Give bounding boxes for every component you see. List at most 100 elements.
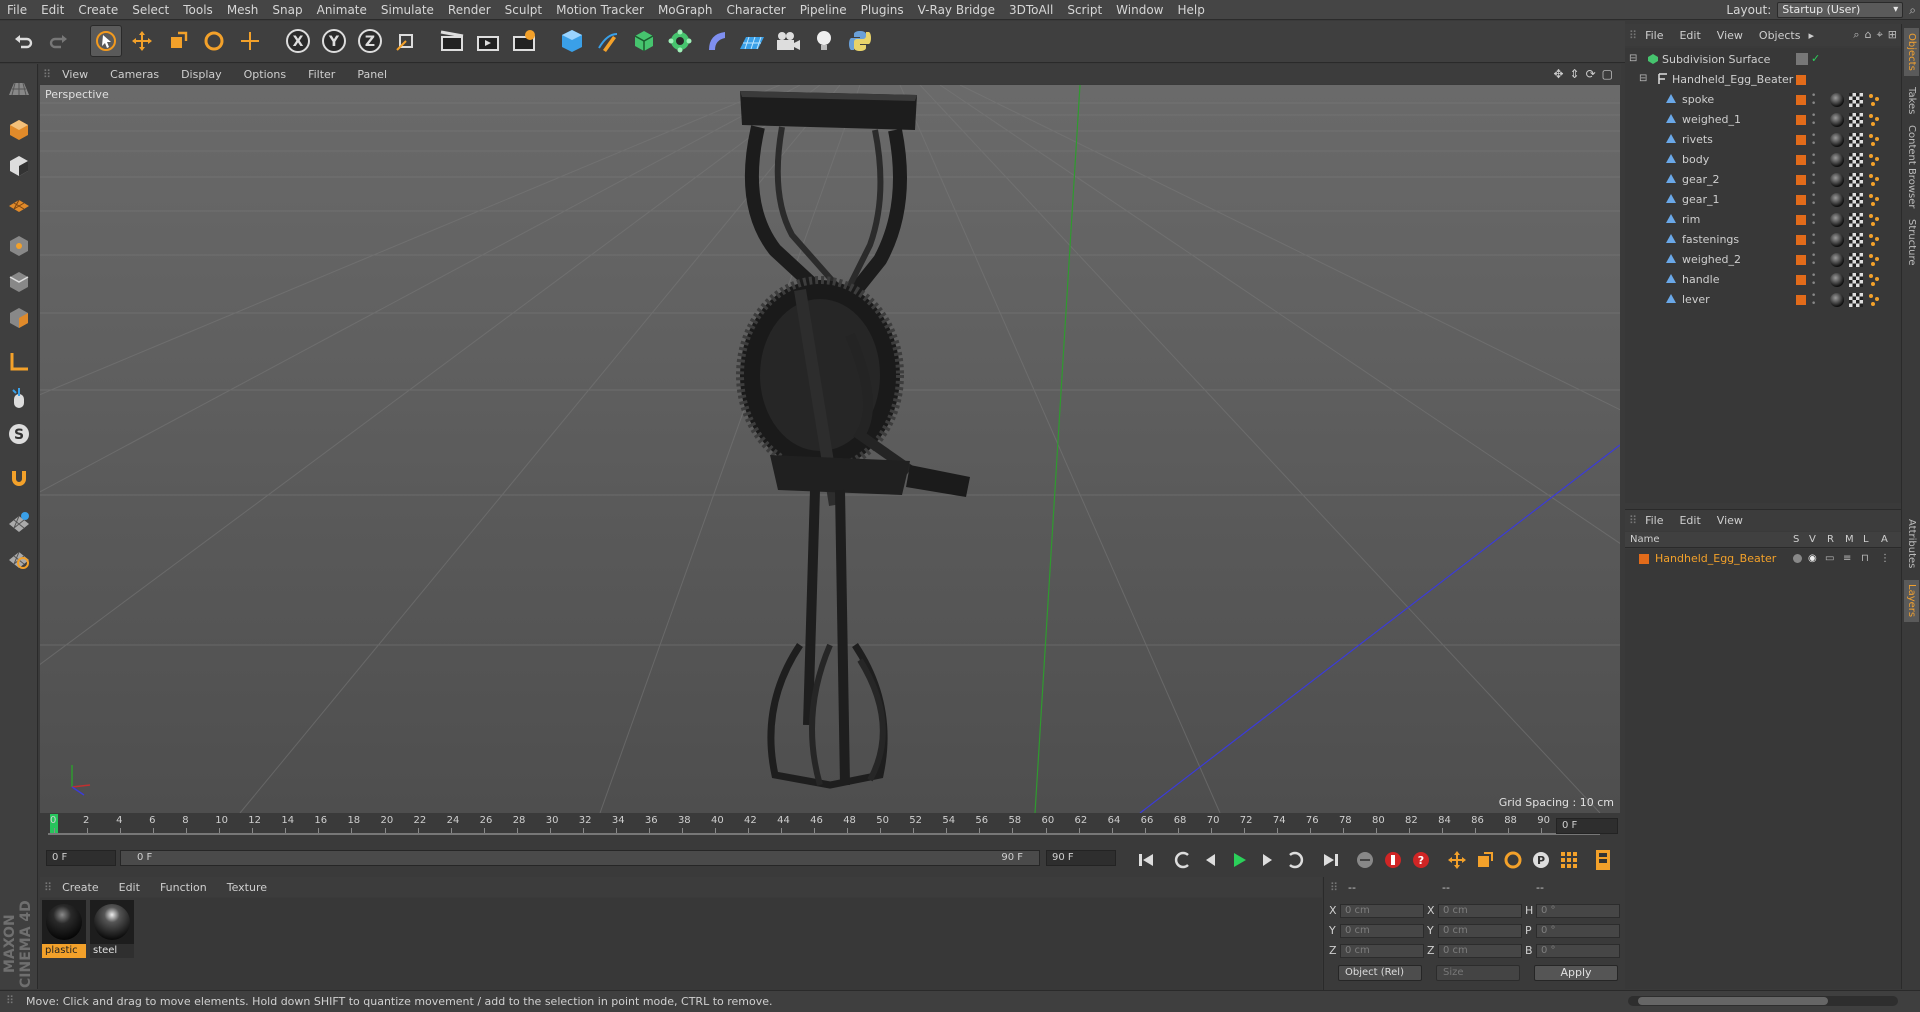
solo-icon[interactable] xyxy=(1793,554,1802,563)
layer-menu-view[interactable]: View xyxy=(1709,514,1751,527)
cube-primitive-icon[interactable] xyxy=(556,25,588,57)
texture-tag-icon[interactable] xyxy=(1868,253,1882,267)
redo-icon[interactable] xyxy=(42,25,74,57)
texture-tag-icon[interactable] xyxy=(1868,133,1882,147)
maximize-view-icon[interactable]: ▢ xyxy=(1602,67,1613,81)
python-icon[interactable] xyxy=(844,25,876,57)
position-y-field[interactable]: 0 cm xyxy=(1340,924,1424,938)
go-to-start-icon[interactable] xyxy=(1133,847,1159,873)
collapse-icon[interactable]: ⊟ xyxy=(1639,73,1647,84)
live-selection-icon[interactable] xyxy=(90,25,122,57)
deformer-bend-icon[interactable] xyxy=(700,25,732,57)
search-icon[interactable]: ⌕ xyxy=(1909,3,1916,18)
uvw-tag-icon[interactable] xyxy=(1849,233,1863,247)
snap-magnet-icon[interactable] xyxy=(3,462,35,494)
enable-quantizing-icon[interactable] xyxy=(3,506,35,538)
undo-icon[interactable] xyxy=(8,25,40,57)
object-row-spoke[interactable]: spoke • • xyxy=(1625,90,1901,110)
uvw-tag-icon[interactable] xyxy=(1849,133,1863,147)
light-icon[interactable] xyxy=(808,25,840,57)
perspective-viewport[interactable]: Perspective Grid Spacing : 10 cm xyxy=(40,85,1620,813)
texture-mode-icon[interactable] xyxy=(3,150,35,182)
floor-icon[interactable] xyxy=(736,25,768,57)
layer-color-icon[interactable] xyxy=(1796,235,1806,245)
collapse-icon[interactable]: ⊟ xyxy=(1629,53,1637,64)
texture-tag-icon[interactable] xyxy=(1868,193,1882,207)
timeline-ruler[interactable]: 0 2 4 6 8 10 12 14 16 18 20 22 24 26 28 30 32 34 36 38 40 42 4… xyxy=(40,814,1620,840)
layer-color-icon[interactable] xyxy=(1796,175,1806,185)
menu-render[interactable]: Render xyxy=(441,0,498,20)
key-rotation-icon[interactable] xyxy=(1500,847,1526,873)
tab-structure[interactable]: Structure xyxy=(1904,214,1919,270)
move-tool-icon[interactable] xyxy=(126,25,158,57)
viewport-menu-view[interactable]: View xyxy=(51,68,99,81)
visibility-dots-icon[interactable]: • • xyxy=(1811,172,1816,189)
viewport-menu-cameras[interactable]: Cameras xyxy=(99,68,170,81)
uvw-tag-icon[interactable] xyxy=(1849,293,1863,307)
pan-view-icon[interactable]: ✥ xyxy=(1553,67,1563,81)
position-z-field[interactable]: 0 cm xyxy=(1340,944,1424,958)
object-row-gear-2[interactable]: gear_2 • • xyxy=(1625,170,1901,190)
texture-tag-icon[interactable] xyxy=(1868,173,1882,187)
end-frame-field[interactable]: 90 F xyxy=(1046,850,1116,866)
material-tag-icon[interactable] xyxy=(1830,173,1844,187)
key-scale-icon[interactable] xyxy=(1472,847,1498,873)
rotate-tool-icon[interactable] xyxy=(198,25,230,57)
key-pla-icon[interactable] xyxy=(1556,847,1582,873)
menu-vray-bridge[interactable]: V-Ray Bridge xyxy=(911,0,1002,20)
material-menu-edit[interactable]: Edit xyxy=(109,881,150,894)
layer-menu-edit[interactable]: Edit xyxy=(1671,514,1708,527)
layer-row[interactable]: Handheld_Egg_Beater ◉ ▭ ≡ ⊓ ⋮ xyxy=(1625,549,1901,569)
go-to-end-icon[interactable] xyxy=(1318,847,1344,873)
object-row-lever[interactable]: lever • • xyxy=(1625,290,1901,310)
menu-character[interactable]: Character xyxy=(719,0,792,20)
bookmark-icon[interactable]: ⌖ xyxy=(1877,28,1883,42)
coordinate-system-icon[interactable] xyxy=(390,25,422,57)
layer-color-icon[interactable] xyxy=(1796,115,1806,125)
points-mode-icon[interactable] xyxy=(3,230,35,262)
scale-tool-icon[interactable] xyxy=(162,25,194,57)
layer-color-icon[interactable] xyxy=(1796,295,1806,305)
material-tag-icon[interactable] xyxy=(1830,133,1844,147)
rotate-view-icon[interactable]: ⟳ xyxy=(1586,67,1596,81)
material-tag-icon[interactable] xyxy=(1830,93,1844,107)
menu-simulate[interactable]: Simulate xyxy=(374,0,441,20)
object-row-gear-1[interactable]: gear_1 • • xyxy=(1625,190,1901,210)
object-row-fastenings[interactable]: fastenings • • xyxy=(1625,230,1901,250)
visibility-dots-icon[interactable]: • • xyxy=(1811,92,1816,109)
material-plastic[interactable]: plastic xyxy=(42,900,86,958)
render-view-icon[interactable] xyxy=(436,25,468,57)
tab-attributes[interactable]: Attributes xyxy=(1904,514,1919,574)
material-tag-icon[interactable] xyxy=(1830,113,1844,127)
new-window-icon[interactable]: ⊞ xyxy=(1888,28,1897,42)
rotation-b-field[interactable]: 0 ° xyxy=(1536,944,1620,958)
menu-pipeline[interactable]: Pipeline xyxy=(793,0,854,20)
visibility-dots-icon[interactable]: • • xyxy=(1811,132,1816,149)
home-icon[interactable]: ⌂ xyxy=(1865,28,1872,42)
uvw-tag-icon[interactable] xyxy=(1849,193,1863,207)
menu-select[interactable]: Select xyxy=(125,0,176,20)
material-tag-icon[interactable] xyxy=(1830,233,1844,247)
material-tag-icon[interactable] xyxy=(1830,273,1844,287)
menu-create[interactable]: Create xyxy=(71,0,125,20)
visibility-dots-icon[interactable]: • • xyxy=(1811,112,1816,129)
uvw-tag-icon[interactable] xyxy=(1849,113,1863,127)
y-axis-lock[interactable]: Y xyxy=(318,25,350,57)
uvw-tag-icon[interactable] xyxy=(1849,93,1863,107)
visibility-dots-icon[interactable]: • • xyxy=(1811,152,1816,169)
frame-range-slider[interactable]: 0 F 90 F xyxy=(120,850,1040,866)
key-position-icon[interactable] xyxy=(1444,847,1470,873)
object-row-group[interactable]: ⊟ Handheld_Egg_Beater xyxy=(1625,70,1901,90)
layer-color-icon[interactable] xyxy=(1796,135,1806,145)
uvw-tag-icon[interactable] xyxy=(1849,173,1863,187)
scrollbar-thumb[interactable] xyxy=(1638,997,1828,1005)
next-frame-icon[interactable] xyxy=(1254,847,1280,873)
viewport-menu-options[interactable]: Options xyxy=(233,68,297,81)
menu-file[interactable]: File xyxy=(0,0,34,20)
layer-color-icon[interactable] xyxy=(1796,95,1806,105)
rotation-p-field[interactable]: 0 ° xyxy=(1536,924,1620,938)
axis-mode-icon[interactable] xyxy=(3,346,35,378)
next-key-icon[interactable] xyxy=(1282,847,1308,873)
previous-key-icon[interactable] xyxy=(1170,847,1196,873)
material-menu-function[interactable]: Function xyxy=(150,881,217,894)
